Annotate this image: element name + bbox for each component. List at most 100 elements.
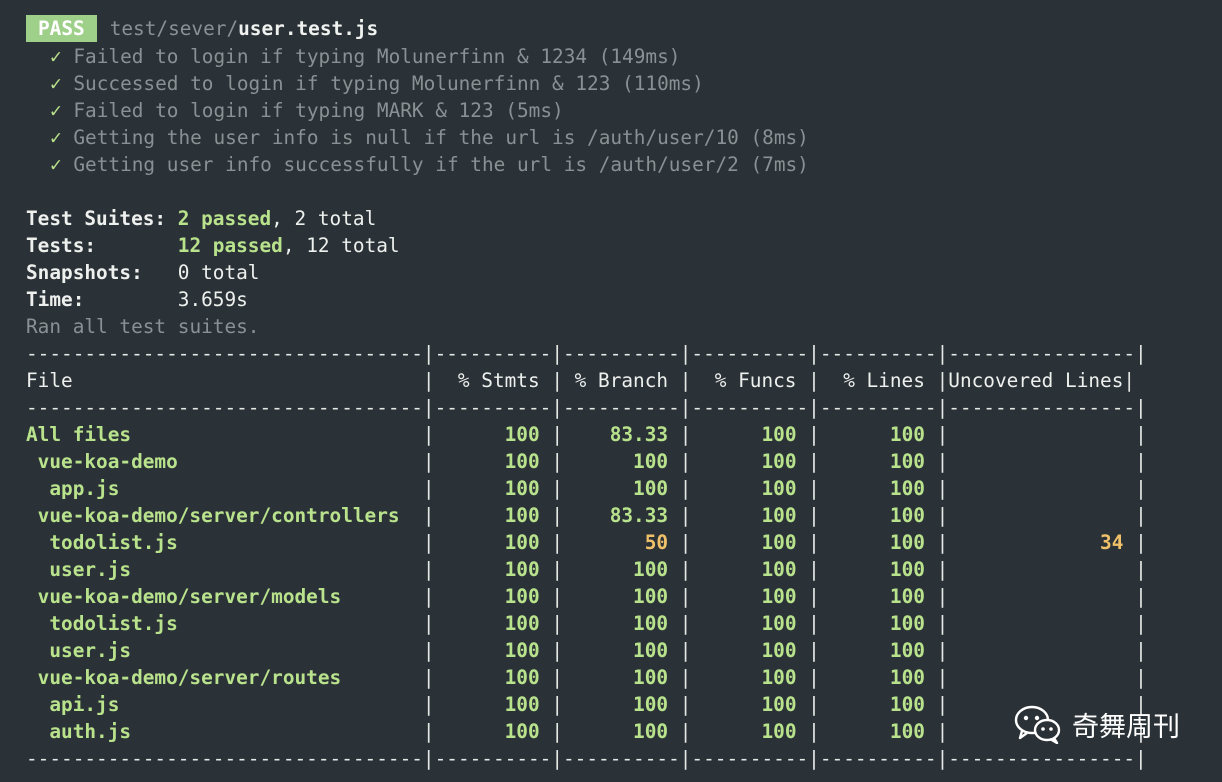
- column-header: % Funcs: [714, 369, 797, 392]
- column-header: File: [26, 369, 73, 392]
- column-separator: |: [936, 504, 949, 527]
- column-separator: |: [936, 477, 949, 500]
- column-separator: |: [422, 558, 435, 581]
- metric-funcs: 100: [761, 423, 797, 446]
- column-separator: |: [679, 504, 692, 527]
- column-separator: |: [679, 693, 692, 716]
- test-file-dir: test/sever/: [109, 16, 239, 40]
- metric-lines: 100: [889, 558, 925, 581]
- metric-lines: 100: [889, 693, 925, 716]
- column-separator: |: [936, 639, 949, 662]
- summary-suites: Test Suites: 2 passed, 2 total: [26, 207, 377, 230]
- file-name: todolist.js: [49, 531, 178, 554]
- test-file-name: user.test.js: [238, 16, 379, 40]
- column-separator: |: [808, 639, 820, 662]
- metric-stmts: 100: [504, 558, 540, 581]
- file-name: All files: [26, 423, 132, 446]
- metric-lines: 100: [889, 585, 925, 608]
- metric-branch: 100: [633, 450, 669, 473]
- column-header: % Branch: [574, 369, 669, 392]
- column-separator: |: [551, 531, 564, 554]
- column-separator: |: [1135, 504, 1147, 527]
- check-icon: ✓: [50, 153, 62, 176]
- coverage-row: vue-koa-demo/server/controllers | 100 | 83.3…: [26, 502, 1147, 529]
- column-separator: |: [1135, 612, 1147, 635]
- file-name: app.js: [49, 477, 120, 500]
- coverage-table: ----------------------------------|-----…: [26, 340, 1147, 772]
- metric-stmts: 100: [504, 450, 540, 473]
- metric-stmts: 100: [504, 639, 540, 662]
- column-separator: |: [808, 504, 820, 527]
- metric-funcs: 100: [761, 666, 797, 689]
- metric-branch: 100: [633, 612, 669, 635]
- column-separator: |: [808, 666, 820, 689]
- column-separator: |: [808, 612, 820, 635]
- metric-lines: 100: [889, 423, 925, 446]
- metric-stmts: 100: [504, 423, 540, 446]
- column-separator: |: [422, 612, 435, 635]
- test-name: Failed to login if typing Molunerfinn & …: [73, 45, 681, 68]
- column-separator: |: [936, 693, 949, 716]
- column-separator: |: [551, 423, 564, 446]
- metric-funcs: 100: [761, 477, 797, 500]
- metric-lines: 100: [889, 477, 925, 500]
- terminal-output: PASS test/sever/user.test.js ✓ Failed to…: [26, 0, 1147, 772]
- column-separator: |: [1123, 369, 1136, 392]
- metric-lines: 100: [889, 450, 925, 473]
- metric-stmts: 100: [504, 585, 540, 608]
- wechat-icon: [1014, 705, 1061, 744]
- column-separator: |: [551, 666, 564, 689]
- metric-stmts: 100: [504, 531, 540, 554]
- column-separator: |: [1135, 423, 1147, 446]
- file-name: vue-koa-demo: [37, 450, 178, 473]
- column-separator: |: [808, 423, 820, 446]
- column-separator: |: [551, 504, 564, 527]
- column-separator: |: [422, 504, 435, 527]
- check-icon: ✓: [50, 126, 62, 149]
- column-separator: |: [551, 612, 564, 635]
- column-separator: |: [1135, 558, 1147, 581]
- coverage-row: todolist.js | 100 | 100 | 100 | 100 | |: [26, 610, 1147, 637]
- metric-branch: 100: [633, 693, 669, 716]
- column-separator: |: [936, 423, 949, 446]
- column-separator: |: [808, 585, 820, 608]
- column-separator: |: [679, 639, 692, 662]
- column-separator: |: [679, 585, 692, 608]
- test-result: ✓ Successed to login if typing Molunerfi…: [26, 70, 1147, 97]
- metric-funcs: 100: [761, 531, 797, 554]
- column-separator: |: [679, 720, 692, 743]
- summary-tests: Tests: 12 passed, 12 total: [26, 234, 400, 257]
- metric-branch: 100: [633, 639, 669, 662]
- test-name: Getting the user info is null if the url…: [73, 126, 809, 149]
- metric-funcs: 100: [761, 504, 797, 527]
- column-separator: |: [551, 477, 564, 500]
- metric-branch: 50: [644, 531, 669, 554]
- column-separator: |: [422, 639, 435, 662]
- column-separator: |: [1135, 585, 1147, 608]
- uncovered-lines: 34: [1100, 531, 1124, 554]
- metric-stmts: 100: [504, 612, 540, 635]
- table-header-divider: ----------------------------------|-----…: [26, 396, 1147, 419]
- check-icon: ✓: [50, 72, 62, 95]
- file-name: vue-koa-demo/server/controllers: [37, 504, 400, 527]
- metric-funcs: 100: [761, 558, 797, 581]
- metric-branch: 100: [633, 585, 669, 608]
- coverage-row: All files | 100 | 83.33 | 100 | 100 | |: [26, 421, 1147, 448]
- pass-badge: PASS: [26, 14, 97, 42]
- metric-lines: 100: [889, 720, 925, 743]
- metric-lines: 100: [889, 639, 925, 662]
- metric-branch: 83.33: [609, 504, 669, 527]
- metric-funcs: 100: [761, 612, 797, 635]
- column-separator: |: [422, 423, 435, 446]
- column-separator: |: [679, 369, 692, 392]
- column-separator: |: [422, 693, 435, 716]
- column-separator: |: [422, 531, 435, 554]
- metric-branch: 100: [633, 720, 669, 743]
- column-separator: |: [1135, 531, 1147, 554]
- column-separator: |: [936, 666, 949, 689]
- column-separator: |: [936, 585, 949, 608]
- column-separator: |: [679, 450, 692, 473]
- table-border-bottom: ----------------------------------|-----…: [26, 747, 1147, 770]
- column-separator: |: [808, 369, 820, 392]
